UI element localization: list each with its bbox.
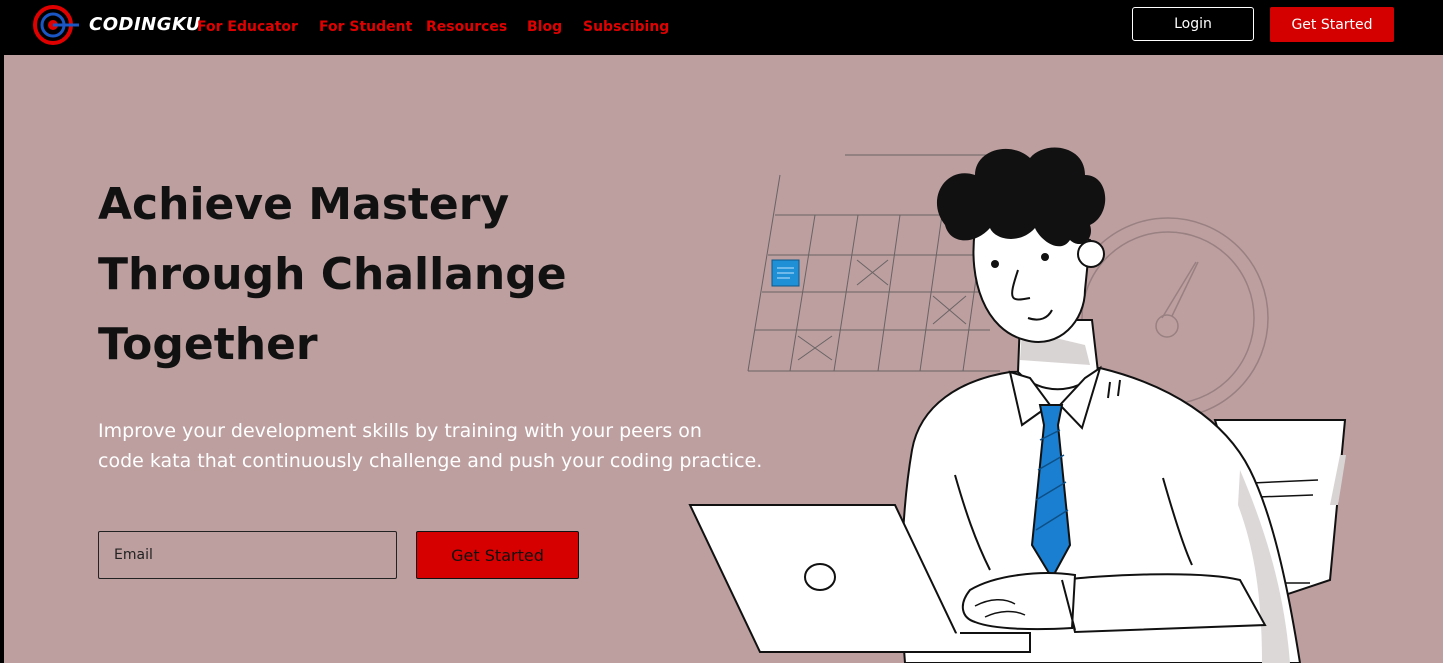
- header-get-started-button[interactable]: Get Started: [1270, 7, 1394, 42]
- headline-line-2: Through Challange: [98, 249, 567, 300]
- nav-item-for-educator[interactable]: For Educator: [197, 19, 319, 35]
- developer-at-laptop-illustration: [688, 147, 1347, 663]
- brand-logo[interactable]: CODINGKU: [33, 5, 201, 45]
- hair: [936, 147, 1106, 247]
- headline-line-1: Achieve Mastery: [98, 179, 510, 230]
- brand-name: CODINGKU: [89, 13, 201, 35]
- email-input[interactable]: [98, 531, 397, 579]
- target-logo-icon: [33, 5, 79, 45]
- nav-item-resources[interactable]: Resources: [426, 19, 527, 35]
- nav-item-subscibing[interactable]: Subscibing: [583, 19, 669, 35]
- main-nav: For Educator For Student Resources Blog …: [197, 19, 669, 35]
- login-button[interactable]: Login: [1132, 7, 1254, 41]
- headline-line-3: Together: [98, 319, 318, 370]
- hero-get-started-button[interactable]: Get Started: [416, 531, 579, 579]
- hero-headline: Achieve Mastery Through Challange Togeth…: [98, 170, 658, 380]
- nav-item-for-student[interactable]: For Student: [319, 19, 426, 35]
- top-navigation-bar: CODINGKU For Educator For Student Resour…: [0, 0, 1443, 55]
- nav-item-blog[interactable]: Blog: [527, 19, 583, 35]
